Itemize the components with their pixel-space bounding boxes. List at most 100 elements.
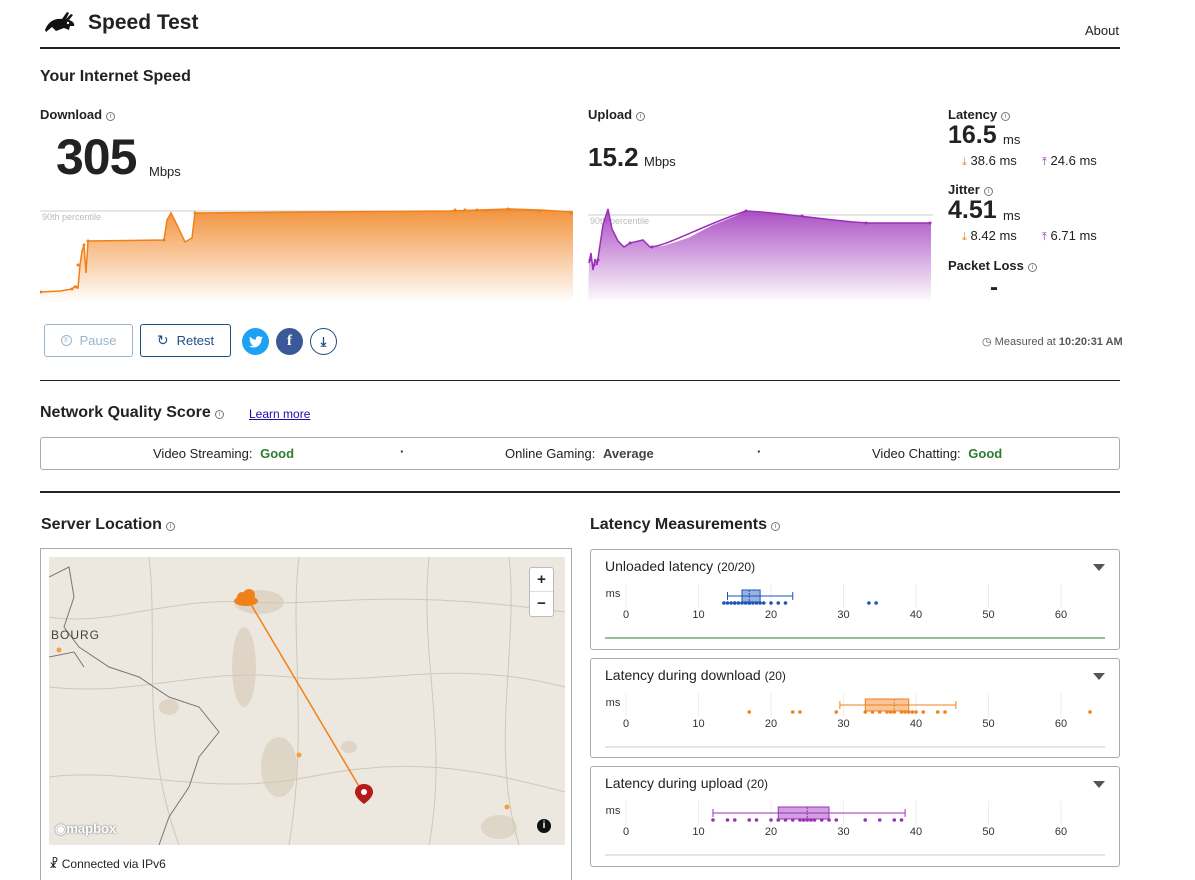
zoom-out-button[interactable]: − [530, 592, 553, 616]
download-chart: 90th percentile [40, 207, 573, 300]
info-icon[interactable]: i [165, 522, 175, 531]
latency-sample-point [725, 601, 730, 605]
separator-dot: · [757, 444, 762, 459]
latency-label: Latency i [948, 107, 1011, 122]
latency-sample-point [732, 818, 737, 822]
latency-value: 16.5 [948, 121, 997, 149]
retest-button[interactable]: ↻ Retest [140, 324, 231, 357]
upload-latency-card[interactable]: Latency during upload (20) ms 0 10 20 30 40 50… [590, 766, 1120, 867]
zoom-in-button[interactable]: + [530, 568, 553, 592]
latency-sample-point [867, 601, 871, 605]
latency-sample-point [801, 818, 806, 822]
retest-button-label: Retest [176, 333, 215, 348]
map-zoom-controls: + − [529, 567, 554, 617]
latency-sample-point [877, 818, 882, 822]
latency-sample-point [729, 601, 733, 605]
latency-sample-point [754, 818, 759, 822]
jitter-value: 4.51 [948, 196, 997, 224]
info-icon[interactable]: i [106, 112, 116, 121]
quality-video-streaming: Video Streaming: Good [153, 446, 294, 461]
twitter-share-button[interactable] [242, 328, 269, 355]
info-icon[interactable]: i [1001, 112, 1011, 121]
latency-box-plot [605, 801, 1105, 856]
clock-icon: ◷ [982, 336, 992, 348]
latency-sample-point [747, 601, 752, 605]
latency-sample-point [751, 601, 755, 605]
download-label: Download i [40, 107, 116, 122]
info-icon[interactable]: i [770, 522, 780, 531]
section-divider [40, 380, 1120, 381]
latency-sample-point [754, 601, 759, 605]
about-link[interactable]: About [1085, 23, 1119, 38]
network-icon: ☧ [49, 857, 59, 871]
network-quality-title-text: Network Quality Score [40, 404, 211, 421]
server-location-title-text: Server Location [41, 516, 162, 533]
latency-sample-point [899, 710, 904, 714]
latency-sample-point [790, 710, 795, 714]
info-icon[interactable]: i [1027, 263, 1037, 272]
upload-label-text: Upload [588, 107, 633, 122]
latency-upload-unit: ms [1079, 153, 1097, 168]
measured-time: 10:20:31 AM [1058, 336, 1123, 348]
latency-sample-point [943, 710, 947, 714]
mapbox-logo[interactable]: ◉mapbox [55, 821, 116, 837]
quality-label: Video Chatting: [872, 446, 961, 461]
mapbox-logo-text: mapbox [66, 821, 117, 836]
download-arrow-icon: ⤓ [962, 156, 967, 168]
latency-sample-point [906, 710, 911, 714]
section-divider [40, 491, 1120, 493]
upload-value: 15.2 [588, 142, 639, 172]
jitter-download-value: 8.42 [970, 228, 996, 243]
latency-sample-point [903, 710, 907, 714]
info-icon[interactable]: i [636, 112, 646, 121]
latency-label-text: Latency [948, 107, 998, 122]
latency-sample-point [888, 710, 893, 714]
download-percentile-label: 90th percentile [42, 212, 101, 222]
latency-sample-point [827, 818, 831, 822]
iqr-box [741, 589, 761, 603]
map-container[interactable]: BOURG + − ◉mapbox i ☧ Connected via IPv6 [40, 548, 572, 880]
map-info-button[interactable]: i [537, 819, 551, 833]
rabbit-logo-icon [45, 12, 75, 32]
measured-at: ◷ Measured at 10:20:31 AM [982, 335, 1123, 348]
upload-arrow-icon: ⤒ [1042, 231, 1047, 243]
map[interactable] [49, 557, 565, 845]
jitter-download: ⤓ 8.42 ms [962, 228, 1017, 244]
unloaded-latency-card[interactable]: Unloaded latency (20/20) ms 0 10 20 30 40 50 60 [590, 549, 1120, 650]
quality-value: Good [260, 446, 295, 461]
latency-sample-point [870, 710, 875, 714]
latency-download-unit: ms [999, 153, 1017, 168]
info-icon[interactable]: i [214, 410, 224, 419]
connection-info: ☧ Connected via IPv6 [49, 857, 166, 871]
upload-arrow-icon: ⤒ [1042, 156, 1047, 168]
latency-sample-point [921, 710, 926, 714]
latency-sample-point [722, 601, 726, 605]
latency-sample-point [783, 818, 788, 822]
download-results-button[interactable]: ⤓ [310, 328, 337, 355]
packet-loss-label-text: Packet Loss [948, 258, 1024, 273]
upload-label: Upload i [588, 107, 646, 122]
pause-button-label: Pause [79, 333, 117, 348]
header-divider [40, 47, 1120, 49]
latency-sample-point [776, 601, 781, 605]
iqr-box [777, 806, 830, 820]
facebook-share-button[interactable]: f [276, 328, 303, 355]
latency-upload: ⤒ 24.6 ms [1042, 153, 1097, 169]
quality-value: Average [602, 446, 654, 461]
download-latency-card[interactable]: Latency during download (20) ms 0 10 20 30 40… [590, 658, 1120, 758]
info-icon[interactable]: i [983, 187, 993, 196]
download-value: 305 [56, 129, 137, 185]
pause-button[interactable]: II Pause [44, 324, 133, 357]
quality-value: Good [968, 446, 1003, 461]
logo[interactable] [42, 8, 78, 36]
twitter-icon [248, 335, 263, 347]
mapbox-icon: ◉ [55, 821, 67, 836]
upload-chart: 90th percentile [588, 208, 933, 300]
download-arrow-icon: ⤓ [962, 231, 967, 243]
latency-sample-point [769, 818, 773, 822]
network-quality-title: Network Quality Score i [40, 404, 224, 422]
learn-more-link[interactable]: Learn more [249, 407, 310, 421]
jitter-label: Jitter i [948, 182, 993, 197]
separator-dot: · [400, 444, 405, 459]
connection-text: Connected via IPv6 [61, 857, 166, 871]
